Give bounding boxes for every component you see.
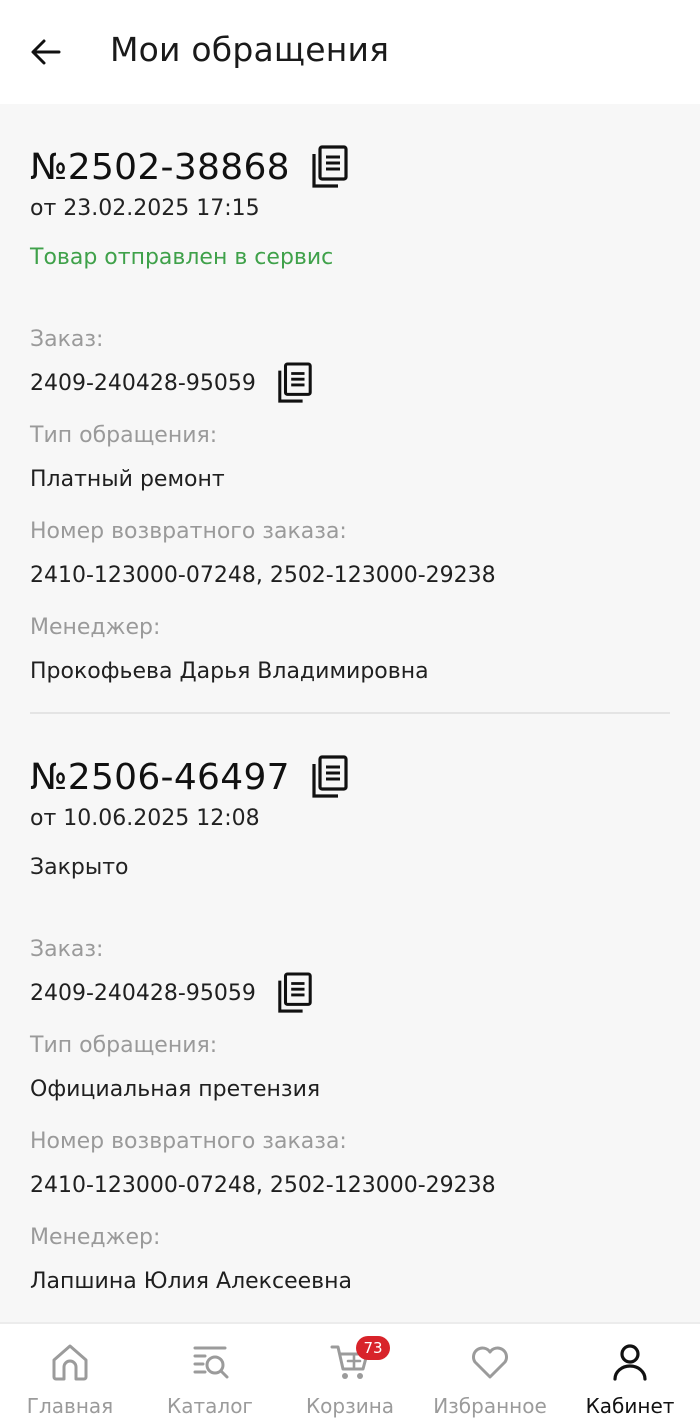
nav-item-account[interactable]: Кабинет <box>560 1324 700 1426</box>
return-order-label: Номер возвратного заказа: <box>30 1129 347 1154</box>
return-order-label: Номер возвратного заказа: <box>30 519 347 544</box>
copy-icon <box>312 145 348 188</box>
heart-icon <box>472 1346 508 1379</box>
request-status: Закрыто <box>30 855 129 880</box>
nav-item-cart[interactable]: 73 Корзина <box>280 1324 420 1426</box>
copy-order-button[interactable] <box>276 972 314 1014</box>
request-type-value: Платный ремонт <box>30 466 225 492</box>
copy-order-button[interactable] <box>276 362 314 404</box>
catalog-search-icon <box>193 1346 229 1379</box>
copy-icon <box>312 755 348 798</box>
order-value: 2409-240428-95059 <box>30 370 256 396</box>
manager-label: Менеджер: <box>30 1225 161 1250</box>
copy-request-number-button[interactable] <box>310 755 350 799</box>
nav-label-cart: Корзина <box>305 1394 395 1418</box>
order-label: Заказ: <box>30 327 104 352</box>
nav-label-home: Главная <box>26 1394 114 1418</box>
manager-label: Менеджер: <box>30 615 161 640</box>
copy-icon <box>278 972 312 1013</box>
user-icon <box>613 1344 647 1381</box>
nav-label-catalog: Каталог <box>167 1394 253 1418</box>
requests-list[interactable]: №2502-38868 от 23.02.2025 17:15 Товар от… <box>0 104 700 1322</box>
request-type-value: Официальная претензия <box>30 1076 321 1102</box>
request-card: №2506-46497 от 10.06.2025 12:08 Закрыто … <box>30 714 670 1297</box>
order-label: Заказ: <box>30 937 104 962</box>
order-value-row: 2409-240428-95059 <box>30 972 670 1013</box>
order-value: 2409-240428-95059 <box>30 980 256 1006</box>
request-number: №2506-46497 <box>30 756 290 798</box>
request-date: от 23.02.2025 17:15 <box>30 196 260 221</box>
nav-item-favorites[interactable]: Избранное <box>420 1324 560 1426</box>
order-value-row: 2409-240428-95059 <box>30 362 670 403</box>
nav-item-home[interactable]: Главная <box>0 1324 140 1426</box>
back-button[interactable] <box>20 26 72 78</box>
copy-request-number-button[interactable] <box>310 145 350 189</box>
request-type-label: Тип обращения: <box>30 423 218 448</box>
top-app-bar: Мои обращения <box>0 0 700 104</box>
request-type-label: Тип обращения: <box>30 1033 218 1058</box>
home-icon <box>52 1344 88 1381</box>
nav-item-catalog[interactable]: Каталог <box>140 1324 280 1426</box>
request-card: №2502-38868 от 23.02.2025 17:15 Товар от… <box>30 104 670 714</box>
cart-badge: 73 <box>356 1336 390 1360</box>
return-order-value: 2410-123000-07248, 2502-123000-29238 <box>30 1172 496 1198</box>
page-title: Мои обращения <box>110 30 390 69</box>
manager-value: Прокофьева Дарья Владимировна <box>30 658 429 684</box>
manager-value: Лапшина Юлия Алексеевна <box>30 1268 352 1294</box>
app-root: Мои обращения №2502-38868 от 23.02.2025 … <box>0 0 700 1426</box>
return-order-value: 2410-123000-07248, 2502-123000-29238 <box>30 562 496 588</box>
nav-label-account: Кабинет <box>585 1394 675 1418</box>
nav-label-favorites: Избранное <box>433 1394 547 1418</box>
request-date: от 10.06.2025 12:08 <box>30 806 260 831</box>
request-number: №2502-38868 <box>30 146 290 188</box>
request-status: Товар отправлен в сервис <box>30 245 334 270</box>
bottom-navigation: Главная Каталог 73 Корзина Избранное Каб… <box>0 1322 700 1426</box>
arrow-left-icon <box>31 39 61 65</box>
copy-icon <box>278 362 312 403</box>
